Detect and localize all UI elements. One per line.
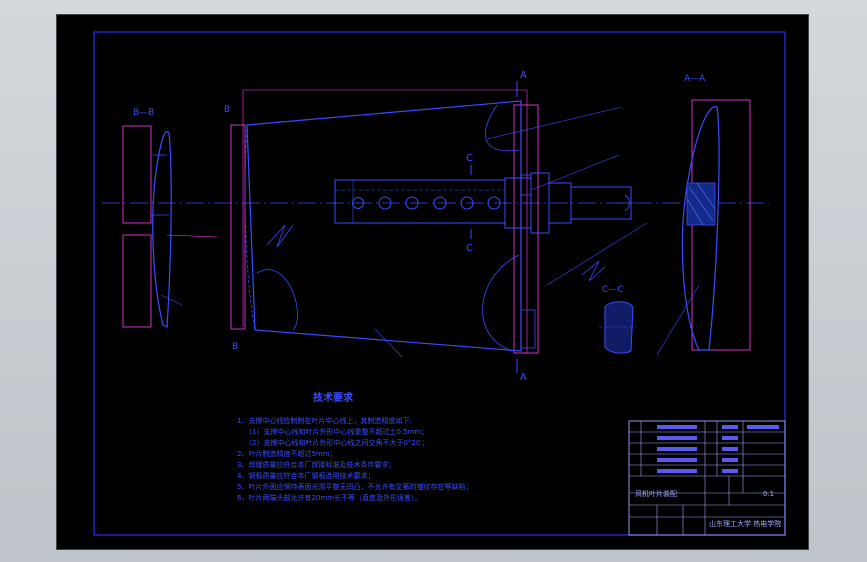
tech-requirements-title: 技术要求 bbox=[313, 391, 354, 404]
section-bb-view: B—B bbox=[122, 108, 218, 328]
label-section-c-top: C bbox=[466, 153, 473, 164]
tech-requirements: 技术要求 1、支撑中心线应制制在叶片中心线上，其制造精度如下: （1）支撑中心线… bbox=[237, 391, 472, 502]
section-cc-view: C—C bbox=[599, 285, 637, 354]
tech-line-8: 6、叶片两端头部允许有20mm长不等（直度及外形误差）。 bbox=[237, 493, 422, 502]
label-cc-view: C—C bbox=[602, 285, 624, 295]
tech-line-1: 1、支撑中心线应制制在叶片中心线上，其制造精度如下: bbox=[237, 416, 412, 425]
label-section-a-top: A bbox=[520, 70, 527, 81]
label-section-b-top: B bbox=[224, 105, 230, 115]
aa-blade-profile bbox=[681, 106, 720, 351]
bb-dimension-box-upper bbox=[122, 125, 152, 224]
cc-section-profile bbox=[604, 301, 634, 354]
title-block-school: 山东理工大学 热电学院 bbox=[709, 519, 781, 528]
label-section-b-bottom: B bbox=[232, 342, 238, 352]
title-block-scale: 0.1 bbox=[763, 490, 774, 498]
drawing-sheet: B—B A A C C B B A—A C—C 技术要求 1、支撑中心线应制制在… bbox=[56, 14, 809, 550]
main-assembly-view: A A C C B B bbox=[224, 70, 648, 383]
section-aa-view: A—A bbox=[656, 74, 751, 356]
title-block-drawing-name: 风机叶片装配 bbox=[635, 489, 677, 498]
blade-outline bbox=[246, 100, 522, 352]
bb-blade-profile bbox=[152, 131, 172, 328]
shaft-body bbox=[334, 179, 506, 224]
tech-line-2: （1）支撑中心线和叶片外形中心线重整不超过土0.5mm； bbox=[245, 427, 428, 436]
label-bb-view: B—B bbox=[133, 108, 154, 118]
label-aa-view: A—A bbox=[684, 74, 706, 84]
label-section-a-bottom: A bbox=[520, 372, 527, 383]
tech-line-7: 5、叶片外面应保持表面光滑平整无凹凸，不允许有显著的皱纹存在等缺陷； bbox=[237, 482, 472, 491]
tech-line-5: 3、焊缝质量应符合本厂焊接标准及技术条件要求； bbox=[237, 460, 395, 469]
label-section-c-bottom: C bbox=[466, 243, 473, 254]
tech-line-4: 2、叶片制造精度不超过5mm； bbox=[237, 449, 337, 458]
tech-line-3: （2）支撑中心线和叶片外形中心线之间交角不大于0°20′； bbox=[245, 438, 429, 447]
title-block: 风机叶片装配 0.1 山东理工大学 热电学院 bbox=[628, 420, 786, 536]
tech-line-6: 4、钢板质量应符合本厂钢板选用技术要求； bbox=[237, 471, 374, 480]
bb-dimension-box-lower bbox=[122, 234, 152, 328]
cad-drawing-canvas: B—B A A C C B B A—A C—C 技术要求 1、支撑中心线应制制在… bbox=[93, 31, 786, 536]
